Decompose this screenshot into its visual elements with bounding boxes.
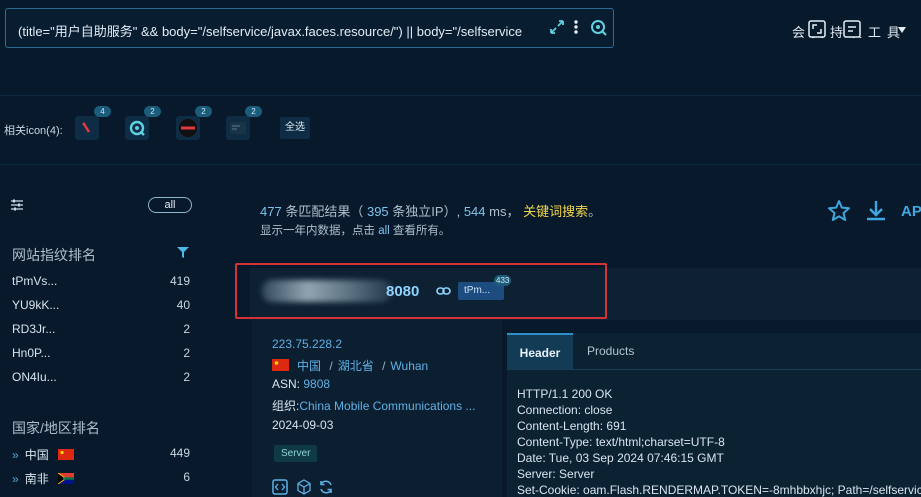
related-icon-4[interactable] (226, 116, 250, 140)
server-tag[interactable]: Server (274, 445, 318, 462)
related-icon-2[interactable] (125, 116, 149, 140)
dropdown-arrow-icon[interactable] (898, 27, 906, 33)
fingerprint-rank-item[interactable]: YU9kK... 40 (12, 298, 190, 312)
fingerprint-count: 2 (183, 370, 190, 384)
country-count: 449 (169, 446, 190, 460)
fingerprint-name: ON4Iu... (12, 370, 57, 384)
more-vertical-icon[interactable] (572, 19, 580, 35)
org-label: 组织: (272, 399, 300, 413)
query-time: 544 (463, 204, 486, 219)
all-toggle-button[interactable]: all (148, 197, 192, 213)
related-icons-label: 相关icon(4): (4, 125, 63, 137)
fingerprint-rank-item[interactable]: tPmVs... 419 (12, 274, 190, 288)
filter-settings-icon[interactable] (10, 198, 24, 212)
fingerprint-name: RD3Jr... (12, 322, 56, 336)
code-icon[interactable] (272, 479, 288, 495)
header-line: Content-Type: text/html;charset=UTF-8 (517, 435, 725, 449)
org-row: 组织:China Mobile Communications ... (272, 397, 475, 414)
country-rank-title: 国家/地区排名 (12, 420, 100, 436)
data-range-note: 显示一年内数据，点击 all 查看所有。 (260, 222, 450, 238)
related-icon-1[interactable] (75, 116, 99, 140)
country-count: 6 (183, 470, 190, 484)
fingerprint-name: tPmVs... (12, 274, 58, 288)
related-icon-3[interactable] (176, 116, 200, 140)
search-box[interactable]: (title="用户自助服务" && body="/selfservice/ja… (5, 8, 614, 48)
country-rank-item[interactable]: » 南非 6 (12, 470, 190, 487)
expand-icon[interactable] (549, 19, 565, 35)
fingerprint-count: 419 (169, 274, 190, 288)
fingerprint-name: Hn0P... (12, 346, 51, 360)
result-date: 2024-09-03 (272, 418, 334, 432)
asn-link[interactable]: 9808 (303, 377, 330, 391)
note-text: 显示一年内数据，点击 (260, 225, 375, 237)
asn-label: ASN: (272, 377, 301, 391)
fingerprint-rank-item[interactable]: ON4Iu... 2 (12, 370, 190, 384)
double-chevron-right-icon: » (12, 472, 19, 486)
header-line: Content-Length: 691 (517, 419, 627, 433)
icon-count-badge: 2 (245, 106, 262, 117)
refresh-icon[interactable] (318, 479, 334, 495)
total-label: 条匹配结果（ (285, 204, 364, 219)
api-button[interactable]: AP (901, 203, 921, 220)
tab-products[interactable]: Products (587, 344, 634, 358)
province-link[interactable]: 湖北省 (338, 359, 374, 373)
keyword-search-link[interactable]: 关键词搜索 (523, 204, 588, 219)
scan-icon[interactable] (843, 20, 861, 38)
country-link[interactable]: 中国 (297, 359, 321, 373)
tab-header[interactable]: Header (507, 333, 573, 369)
fingerprint-rank-item[interactable]: Hn0P... 2 (12, 346, 190, 360)
filter-icon[interactable] (177, 247, 189, 258)
china-flag-icon (272, 359, 289, 371)
icon-count-badge: 2 (144, 106, 161, 117)
star-icon[interactable] (827, 199, 851, 223)
icon-count-badge: 4 (94, 106, 111, 117)
show-all-link[interactable]: all (378, 225, 390, 237)
ip-text[interactable]: 223.75.228.2 (272, 337, 342, 351)
query-time-label: ms， (489, 204, 520, 219)
fingerprint-count: 40 (176, 298, 190, 312)
result-summary: 477 条匹配结果（ 395 条独立IP）, 544 ms， 关键词搜索。 (260, 204, 602, 219)
highlight-box (235, 263, 607, 319)
search-icon[interactable] (590, 19, 607, 36)
country-rank-item[interactable]: » 中国 449 (12, 446, 190, 463)
ip-link[interactable]: 223.75.228.2 (272, 337, 342, 351)
unique-ip-count: 395 (366, 204, 389, 219)
china-flag-icon (58, 449, 75, 460)
note-text: 查看所有。 (392, 225, 451, 237)
fingerprint-rank-item[interactable]: RD3Jr... 2 (12, 322, 190, 336)
fingerprint-count: 2 (183, 346, 190, 360)
header-line: HTTP/1.1 200 OK (517, 387, 613, 401)
fullscreen-icon[interactable] (808, 20, 826, 38)
fingerprint-count: 2 (183, 322, 190, 336)
location-row: 中国 / 湖北省 / Wuhan (272, 357, 428, 374)
select-all-button[interactable]: 全选 (280, 117, 310, 139)
total-count: 477 (260, 204, 282, 219)
search-input[interactable]: (title="用户自助服务" && body="/selfservice/ja… (18, 21, 538, 40)
org-link[interactable]: China Mobile Communications ... (299, 399, 475, 413)
unique-ip-label: 条独立IP）, (392, 204, 461, 219)
double-chevron-right-icon: » (12, 448, 19, 462)
country-name: 南非 (24, 472, 49, 486)
asn-row: ASN: 9808 (272, 377, 330, 391)
cube-icon[interactable] (296, 479, 312, 495)
download-icon[interactable] (864, 199, 888, 223)
header-line: Set-Cookie: oam.Flash.RENDERMAP.TOKEN=-8… (517, 483, 921, 497)
city-link[interactable]: Wuhan (390, 359, 428, 373)
tab-divider (507, 369, 921, 370)
fingerprint-rank-title: 网站指纹排名 (12, 247, 96, 263)
header-line: Connection: close (517, 403, 613, 417)
header-line: Server: Server (517, 467, 595, 481)
icon-count-badge: 2 (195, 106, 212, 117)
south-africa-flag-icon (58, 473, 75, 484)
country-name: 中国 (24, 448, 49, 462)
header-line: Date: Tue, 03 Sep 2024 07:46:15 GMT (517, 451, 724, 465)
fingerprint-name: YU9kK... (12, 298, 60, 312)
